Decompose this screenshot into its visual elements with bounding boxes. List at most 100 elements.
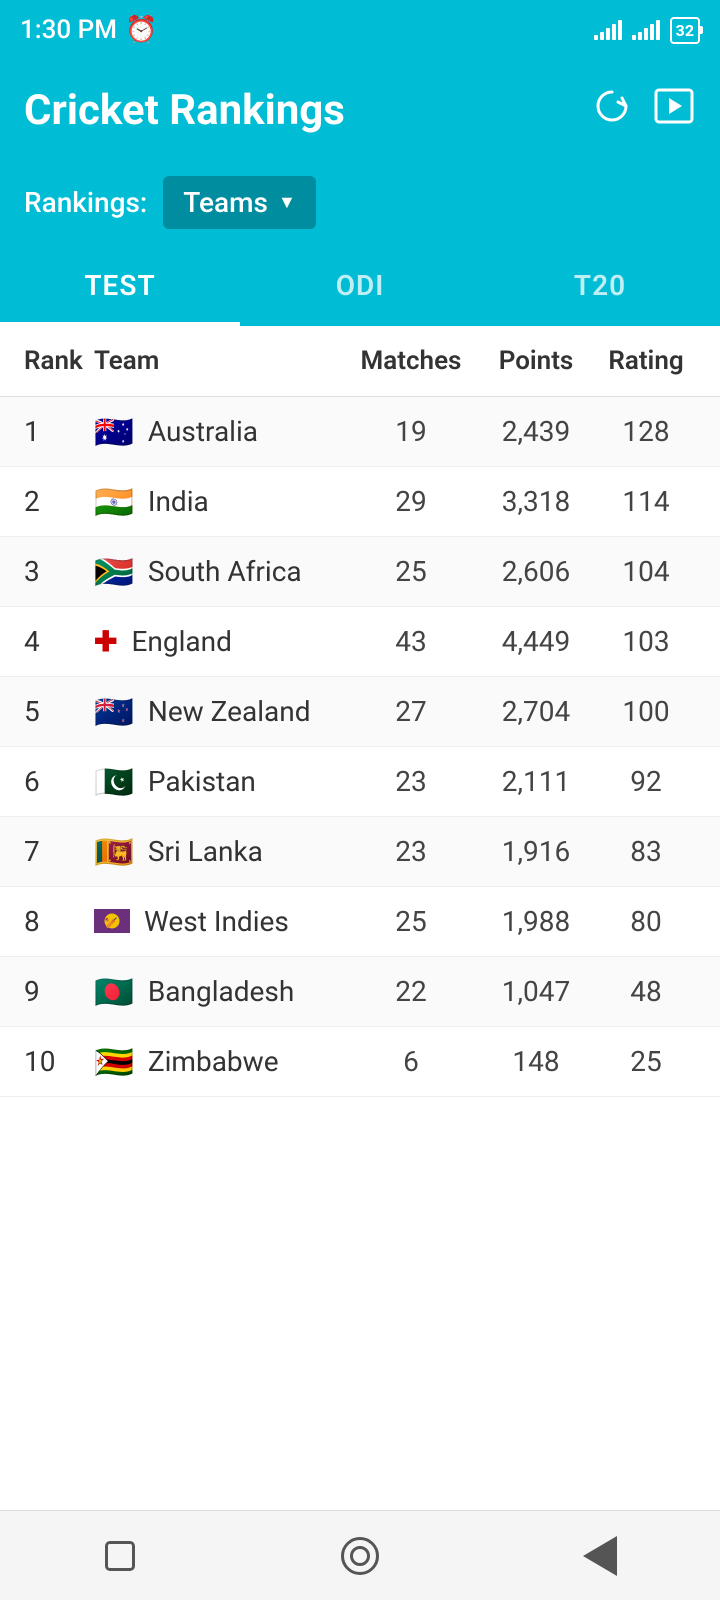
matches-9: 22 xyxy=(346,975,476,1008)
table-row[interactable]: 1 🇦🇺 Australia 19 2,439 128 xyxy=(0,397,720,467)
rating-8: 80 xyxy=(596,905,696,938)
table-row[interactable]: 9 🇧🇩 Bangladesh 22 1,047 48 xyxy=(0,957,720,1027)
status-bar: 1:30 PM ⏰ 32 xyxy=(0,0,720,60)
points-9: 1,047 xyxy=(476,975,596,1008)
points-2: 3,318 xyxy=(476,485,596,518)
home-button[interactable] xyxy=(330,1526,390,1586)
rating-7: 83 xyxy=(596,835,696,868)
matches-10: 6 xyxy=(346,1045,476,1078)
name-england: England xyxy=(131,625,231,658)
table-row[interactable]: 2 🇮🇳 India 29 3,318 114 xyxy=(0,467,720,537)
rank-2: 2 xyxy=(24,485,94,518)
points-8: 1,988 xyxy=(476,905,596,938)
name-pakistan: Pakistan xyxy=(148,765,256,798)
rank-9: 9 xyxy=(24,975,94,1008)
tab-test[interactable]: TEST xyxy=(0,249,240,322)
team-bangladesh: 🇧🇩 Bangladesh xyxy=(94,975,346,1008)
rank-8: 8 xyxy=(24,905,94,938)
table-row[interactable]: 4 ✚ England 43 4,449 103 xyxy=(0,607,720,677)
flag-pakistan: 🇵🇰 xyxy=(94,766,134,798)
rating-6: 92 xyxy=(596,765,696,798)
flag-zimbabwe: 🇿🇼 xyxy=(94,1046,134,1078)
signal-icon xyxy=(594,20,622,40)
flag-england: ✚ xyxy=(94,628,117,656)
points-10: 148 xyxy=(476,1045,596,1078)
dropdown-label: Teams xyxy=(183,186,268,219)
flag-australia: 🇦🇺 xyxy=(94,416,134,448)
matches-5: 27 xyxy=(346,695,476,728)
time-display: 1:30 PM xyxy=(20,15,117,45)
matches-8: 25 xyxy=(346,905,476,938)
rating-2: 114 xyxy=(596,485,696,518)
team-new-zealand: 🇳🇿 New Zealand xyxy=(94,695,346,728)
rankings-table: Rank Team Matches Points Rating 1 🇦🇺 Aus… xyxy=(0,326,720,1097)
battery-level: 32 xyxy=(676,21,694,40)
team-south-africa: 🇿🇦 South Africa xyxy=(94,555,346,588)
rating-1: 128 xyxy=(596,415,696,448)
flag-west-indies: 🏏 xyxy=(94,906,130,938)
dropdown-arrow-icon: ▼ xyxy=(278,192,296,213)
points-1: 2,439 xyxy=(476,415,596,448)
header-team: Team xyxy=(94,346,346,376)
svg-text:🏏: 🏏 xyxy=(105,915,120,929)
points-7: 1,916 xyxy=(476,835,596,868)
table-row[interactable]: 5 🇳🇿 New Zealand 27 2,704 100 xyxy=(0,677,720,747)
rating-9: 48 xyxy=(596,975,696,1008)
recent-apps-button[interactable] xyxy=(90,1526,150,1586)
battery-icon: 32 xyxy=(670,17,700,44)
refresh-button[interactable] xyxy=(592,86,632,135)
name-west-indies: West Indies xyxy=(144,905,289,938)
recent-apps-icon xyxy=(105,1541,135,1571)
tab-odi[interactable]: ODI xyxy=(240,249,480,322)
matches-1: 19 xyxy=(346,415,476,448)
filter-bar: Rankings: Teams ▼ xyxy=(0,160,720,249)
matches-3: 25 xyxy=(346,555,476,588)
table-row[interactable]: 8 🏏 West Indies 25 1,988 80 xyxy=(0,887,720,957)
table-row[interactable]: 10 🇿🇼 Zimbabwe 6 148 25 xyxy=(0,1027,720,1097)
table-row[interactable]: 6 🇵🇰 Pakistan 23 2,111 92 xyxy=(0,747,720,817)
points-4: 4,449 xyxy=(476,625,596,658)
rating-10: 25 xyxy=(596,1045,696,1078)
points-3: 2,606 xyxy=(476,555,596,588)
rating-3: 104 xyxy=(596,555,696,588)
team-zimbabwe: 🇿🇼 Zimbabwe xyxy=(94,1045,346,1078)
home-icon xyxy=(341,1537,379,1575)
rating-4: 103 xyxy=(596,625,696,658)
team-australia: 🇦🇺 Australia xyxy=(94,415,346,448)
filter-label: Rankings: xyxy=(24,186,147,219)
header-rating: Rating xyxy=(596,346,696,376)
table-row[interactable]: 3 🇿🇦 South Africa 25 2,606 104 xyxy=(0,537,720,607)
matches-7: 23 xyxy=(346,835,476,868)
matches-2: 29 xyxy=(346,485,476,518)
rank-7: 7 xyxy=(24,835,94,868)
signal-icon-2 xyxy=(632,20,660,40)
video-button[interactable] xyxy=(652,84,696,137)
team-west-indies: 🏏 West Indies xyxy=(94,905,346,938)
name-sri-lanka: Sri Lanka xyxy=(148,835,263,868)
matches-6: 23 xyxy=(346,765,476,798)
tab-bar: TEST ODI T20 xyxy=(0,249,720,326)
name-india: India xyxy=(148,485,209,518)
flag-south-africa: 🇿🇦 xyxy=(94,556,134,588)
name-australia: Australia xyxy=(148,415,258,448)
back-button[interactable] xyxy=(570,1526,630,1586)
app-title: Cricket Rankings xyxy=(24,86,345,135)
header-actions xyxy=(592,84,696,137)
header-matches: Matches xyxy=(346,346,476,376)
table-header: Rank Team Matches Points Rating xyxy=(0,326,720,397)
back-icon xyxy=(583,1536,617,1576)
team-india: 🇮🇳 India xyxy=(94,485,346,518)
alarm-icon: ⏰ xyxy=(125,15,157,45)
status-time: 1:30 PM ⏰ xyxy=(20,15,157,45)
flag-bangladesh: 🇧🇩 xyxy=(94,976,134,1008)
matches-4: 43 xyxy=(346,625,476,658)
team-pakistan: 🇵🇰 Pakistan xyxy=(94,765,346,798)
table-row[interactable]: 7 🇱🇰 Sri Lanka 23 1,916 83 xyxy=(0,817,720,887)
name-south-africa: South Africa xyxy=(148,555,302,588)
tab-t20[interactable]: T20 xyxy=(480,249,720,322)
rank-1: 1 xyxy=(24,415,94,448)
teams-dropdown[interactable]: Teams ▼ xyxy=(163,176,315,229)
rank-10: 10 xyxy=(24,1045,94,1078)
header-rank: Rank xyxy=(24,346,94,376)
team-sri-lanka: 🇱🇰 Sri Lanka xyxy=(94,835,346,868)
